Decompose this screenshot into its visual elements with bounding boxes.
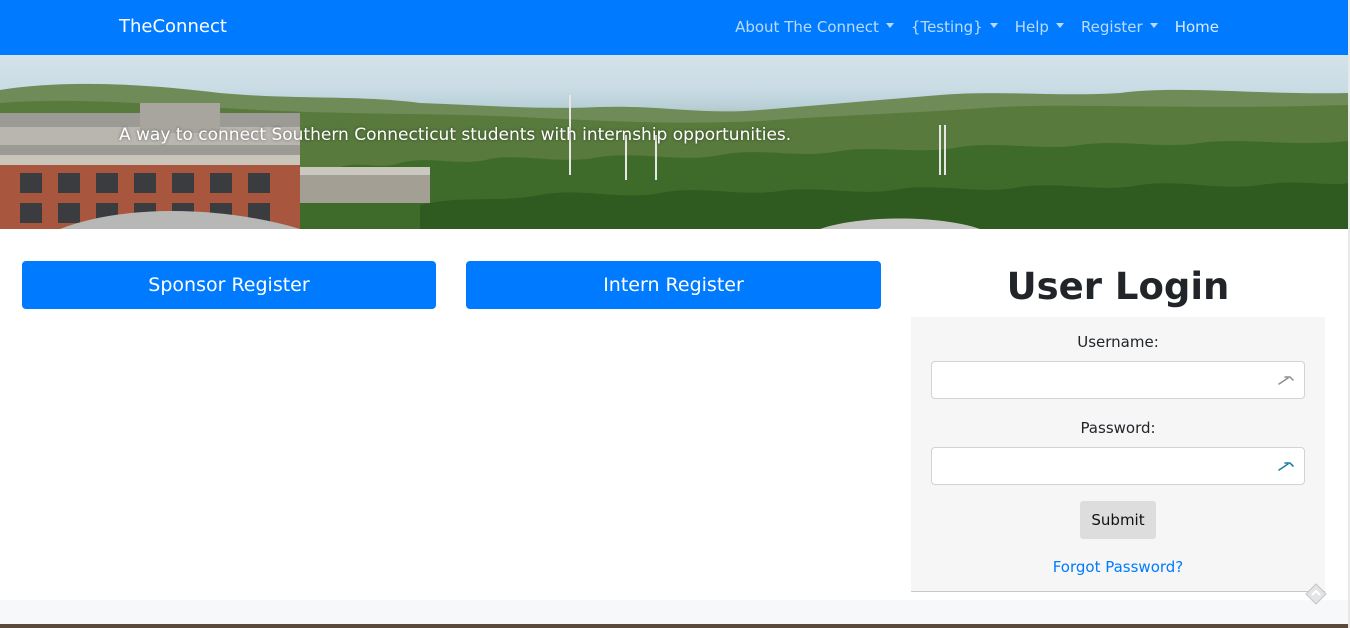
password-input[interactable] (931, 447, 1305, 485)
nav-menu: About The Connect {Testing} Help Registe… (735, 17, 1219, 37)
nav-item-about[interactable]: About The Connect (735, 17, 894, 37)
extension-badge-icon[interactable] (1305, 583, 1327, 605)
caret-down-icon (1149, 22, 1158, 28)
hero-tagline: A way to connect Southern Connecticut st… (119, 125, 792, 145)
nav-item-label: About The Connect (735, 18, 879, 36)
page-bottom-border (0, 624, 1350, 628)
sponsor-register-button[interactable]: Sponsor Register (22, 261, 436, 309)
nav-item-label: {Testing} (910, 18, 983, 36)
brand-logo-text[interactable]: TheConnect (119, 16, 227, 38)
nav-item-testing[interactable]: {Testing} (911, 17, 998, 37)
username-input[interactable] (931, 361, 1305, 399)
caret-down-icon (885, 22, 894, 28)
username-label: Username: (1077, 333, 1159, 351)
autofill-key-icon[interactable] (1277, 460, 1295, 472)
top-navbar: TheConnect About The Connect {Testing} H… (0, 0, 1348, 55)
caret-down-icon (1055, 22, 1064, 28)
nav-item-label: Register (1080, 18, 1143, 36)
autofill-key-icon[interactable] (1277, 374, 1295, 386)
forgot-password-link[interactable]: Forgot Password? (911, 557, 1325, 577)
nav-item-help[interactable]: Help (1015, 17, 1064, 37)
nav-item-register[interactable]: Register (1081, 17, 1158, 37)
nav-item-label: Help (1014, 18, 1049, 36)
password-label: Password: (1080, 419, 1156, 437)
intern-register-button[interactable]: Intern Register (466, 261, 881, 309)
footer-band (0, 600, 1348, 624)
login-title: User Login (1006, 265, 1230, 308)
caret-down-icon (989, 22, 998, 28)
submit-button[interactable]: Submit (1080, 501, 1156, 539)
nav-item-home[interactable]: Home (1175, 17, 1219, 37)
login-panel: Username: Password: Submit Forgot Passwo… (911, 317, 1325, 592)
hero-banner: A way to connect Southern Connecticut st… (0, 55, 1348, 229)
nav-item-label: Home (1174, 18, 1219, 36)
